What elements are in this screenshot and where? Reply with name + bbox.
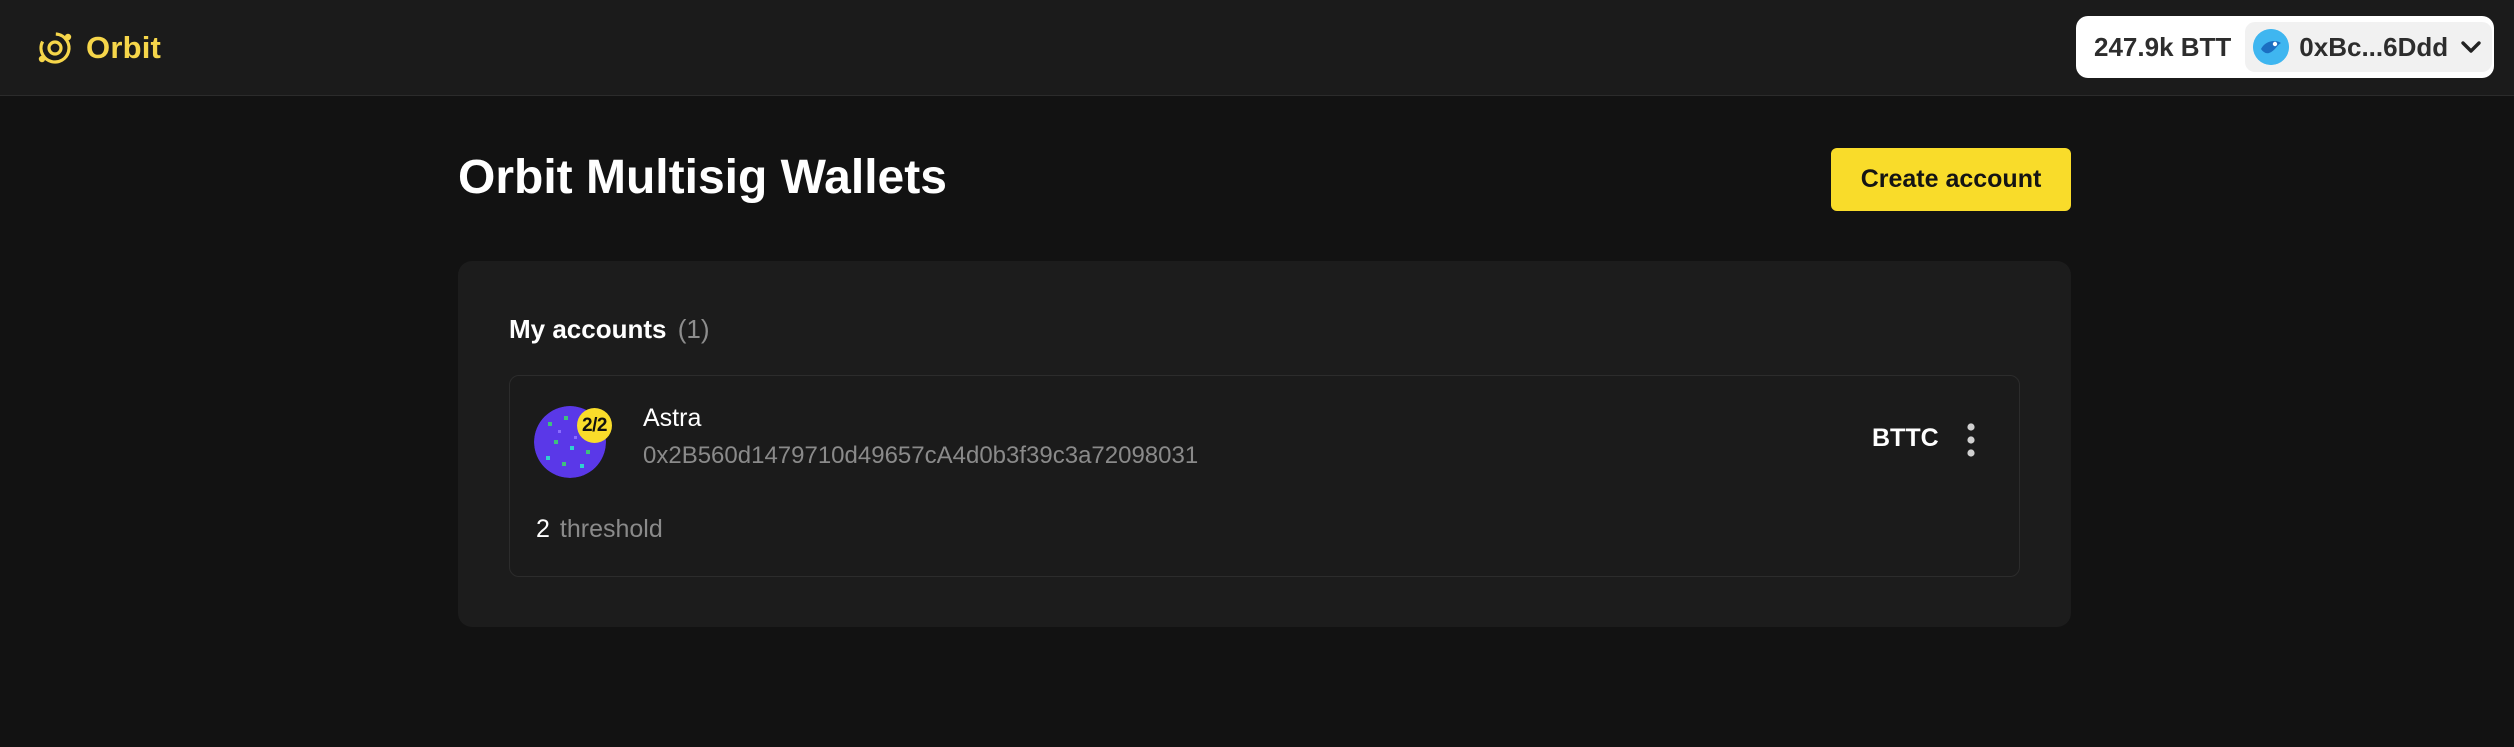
create-account-button[interactable]: Create account — [1831, 148, 2071, 211]
wallet-connect-pill: 247.9k BTT 0xBc...6Ddd — [2076, 16, 2494, 78]
accounts-card: My accounts (1) 2/2 Astra 0x2B560d147971… — [458, 261, 2071, 627]
signers-badge: 2/2 — [577, 408, 612, 443]
brand-logo-link[interactable]: Orbit — [36, 26, 161, 70]
accounts-title-text: My accounts — [509, 314, 667, 344]
brand-name: Orbit — [86, 30, 162, 65]
account-address: 0x2B560d1479710d49657cA4d0b3f39c3a720980… — [643, 442, 1199, 469]
more-vertical-icon[interactable] — [1958, 420, 1984, 460]
accounts-section-title: My accounts (1) — [509, 314, 710, 345]
account-threshold: 2 threshold — [536, 515, 663, 544]
account-avatar: 2/2 — [534, 406, 612, 480]
wallet-avatar-icon — [2253, 29, 2290, 65]
threshold-label: threshold — [559, 515, 663, 543]
threshold-value: 2 — [536, 515, 550, 543]
chevron-down-icon — [2461, 41, 2481, 53]
accounts-count: (1) — [677, 314, 710, 344]
account-list-item[interactable]: 2/2 Astra 0x2B560d1479710d49657cA4d0b3f3… — [509, 375, 2020, 577]
top-navigation-bar: Orbit 247.9k BTT 0xBc...6Ddd — [0, 0, 2514, 96]
page-title: Orbit Multisig Wallets — [458, 151, 947, 204]
wallet-balance[interactable]: 247.9k BTT — [2094, 32, 2231, 63]
orbit-logo-icon — [38, 32, 72, 64]
network-label: BTTC — [1872, 424, 1939, 452]
account-dropdown-button[interactable]: 0xBc...6Ddd — [2245, 22, 2493, 72]
wallet-address: 0xBc...6Ddd — [2299, 31, 2449, 62]
account-name: Astra — [643, 404, 702, 432]
